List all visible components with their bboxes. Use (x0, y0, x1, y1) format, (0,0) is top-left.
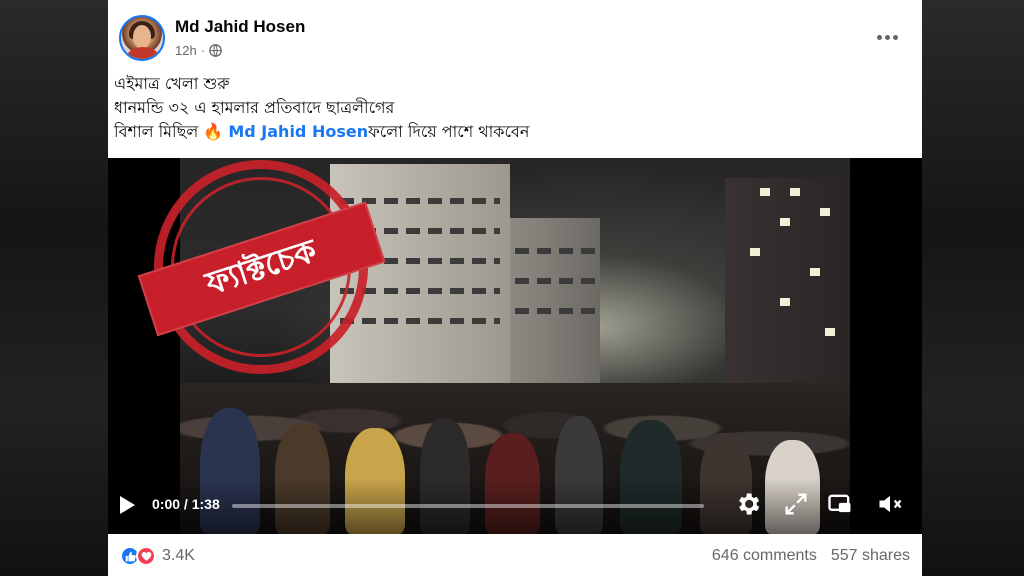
picture-in-picture-icon[interactable] (826, 490, 854, 518)
post-text-line-1: এইমাত্র খেলা শুরু (114, 74, 230, 93)
post-card: Md Jahid Hosen 12h · এইমাত্র খেলা শুরু ধ… (108, 0, 922, 576)
settings-gear-icon[interactable] (734, 490, 762, 518)
blurred-background-left (0, 0, 108, 576)
time-current: 0:00 (152, 496, 181, 512)
video-player[interactable]: ফ্যাক্টচেক 0:00 / 1:38 (108, 158, 922, 534)
post-stats: 646 comments 557 shares (712, 547, 910, 565)
fire-emoji: 🔥 (203, 122, 224, 141)
meta-dot: · (200, 43, 206, 58)
video-controls: 0:00 / 1:38 (108, 478, 922, 534)
time-separator: / (183, 496, 188, 512)
post-text-line-3: বিশাল মিছিল 🔥 Md Jahid Hosenফলো দিয়ে পা… (114, 120, 894, 144)
video-progress-bar[interactable] (232, 504, 704, 508)
reaction-count: 3.4K (162, 547, 195, 564)
muted-volume-icon[interactable] (876, 490, 904, 518)
avatar[interactable] (119, 15, 165, 61)
fact-check-stamp-label: ফ্যাক্টচেক (137, 201, 386, 337)
post-text-line-2: ধানমন্ডি ৩২ এ হামলার প্রতিবাদে ছাত্রলীগে… (114, 98, 395, 117)
author-mention-link[interactable]: Md Jahid Hosen (228, 122, 368, 141)
post-text-line-3-end: ফলো দিয়ে পাশে থাকবেন (368, 122, 530, 141)
post-time[interactable]: 12h (175, 43, 197, 58)
time-total: 1:38 (191, 496, 220, 512)
author-name[interactable]: Md Jahid Hosen (175, 17, 305, 37)
post-footer: 3.4K 646 comments 557 shares (108, 534, 922, 576)
comments-count-link[interactable]: 646 comments (712, 547, 817, 565)
blurred-background-right (922, 0, 1024, 576)
globe-icon (209, 44, 222, 57)
post-text-line-3-start: বিশাল মিছিল (114, 122, 204, 141)
love-reaction-icon (136, 546, 156, 566)
post-meta: 12h · (175, 43, 222, 58)
post-header: Md Jahid Hosen 12h · (108, 0, 922, 70)
more-options-button[interactable] (872, 22, 902, 52)
reactions-summary[interactable]: 3.4K (120, 546, 195, 566)
post-text: এইমাত্র খেলা শুরু ধানমন্ডি ৩২ এ হামলার প… (114, 72, 894, 144)
fullscreen-icon[interactable] (782, 490, 810, 518)
shares-count-link[interactable]: 557 shares (831, 547, 910, 565)
play-icon[interactable] (120, 496, 135, 514)
video-time: 0:00 / 1:38 (152, 496, 220, 512)
